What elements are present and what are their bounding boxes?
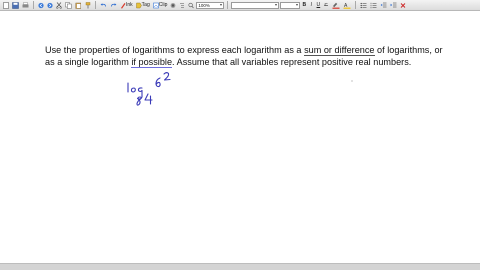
forward-icon[interactable] — [46, 1, 54, 10]
toolbar-separator — [227, 1, 229, 9]
toolbar-separator — [355, 1, 357, 9]
clip-label: Clip — [158, 1, 168, 8]
font-color-icon[interactable]: A — [342, 1, 352, 10]
clip-button[interactable]: Clip — [152, 1, 169, 10]
toolbar-separator — [33, 1, 34, 9]
save-icon[interactable] — [11, 1, 20, 10]
format-painter-icon[interactable] — [84, 1, 92, 10]
toolbar-separator — [95, 1, 96, 9]
tag-button[interactable]: Tag — [135, 1, 151, 10]
back-icon[interactable] — [37, 1, 45, 10]
font-size-select[interactable] — [280, 1, 301, 9]
bullets-icon[interactable] — [359, 1, 368, 10]
outline-icon[interactable] — [178, 1, 186, 10]
ink-stroke-exponent-2 — [163, 72, 171, 81]
new-page-icon[interactable] — [2, 1, 10, 10]
ink-stroke-o — [130, 87, 136, 93]
ink-stroke-subscript-8 — [136, 96, 142, 106]
find-icon[interactable] — [187, 1, 195, 10]
indent-icon[interactable] — [389, 1, 398, 10]
strikethrough-icon[interactable] — [322, 1, 330, 10]
bold-button[interactable]: B — [301, 1, 307, 10]
zoom-select[interactable]: 100% — [196, 1, 225, 9]
numbering-icon[interactable] — [369, 1, 378, 10]
highlighter-icon[interactable] — [331, 1, 341, 10]
handwritten-log-expression — [127, 72, 353, 106]
font-name-select[interactable] — [231, 1, 280, 9]
cut-icon[interactable] — [55, 1, 63, 10]
italic-button[interactable]: I — [308, 1, 314, 10]
bottom-scrollbar[interactable] — [0, 263, 480, 270]
note-page[interactable]: Use the properties of logarithms to expr… — [0, 11, 480, 263]
ink-stroke-6 — [155, 77, 161, 88]
tag-label: Tag — [141, 1, 150, 8]
underline-button[interactable]: U — [315, 1, 321, 10]
stray-dot — [351, 80, 353, 82]
ink-button[interactable]: Ink — [119, 1, 134, 10]
delete-icon[interactable] — [399, 1, 407, 10]
ink-stroke-4 — [144, 93, 153, 105]
recorder-icon[interactable] — [169, 1, 177, 10]
ink-label: Ink — [126, 1, 133, 8]
outdent-icon[interactable] — [379, 1, 388, 10]
toolbar: Ink Tag Clip 100% B I U A — [0, 0, 480, 11]
redo-icon[interactable] — [109, 1, 118, 10]
undo-icon[interactable] — [99, 1, 108, 10]
paste-icon[interactable] — [74, 1, 83, 10]
print-icon[interactable] — [21, 1, 30, 10]
copy-icon[interactable] — [64, 1, 73, 10]
